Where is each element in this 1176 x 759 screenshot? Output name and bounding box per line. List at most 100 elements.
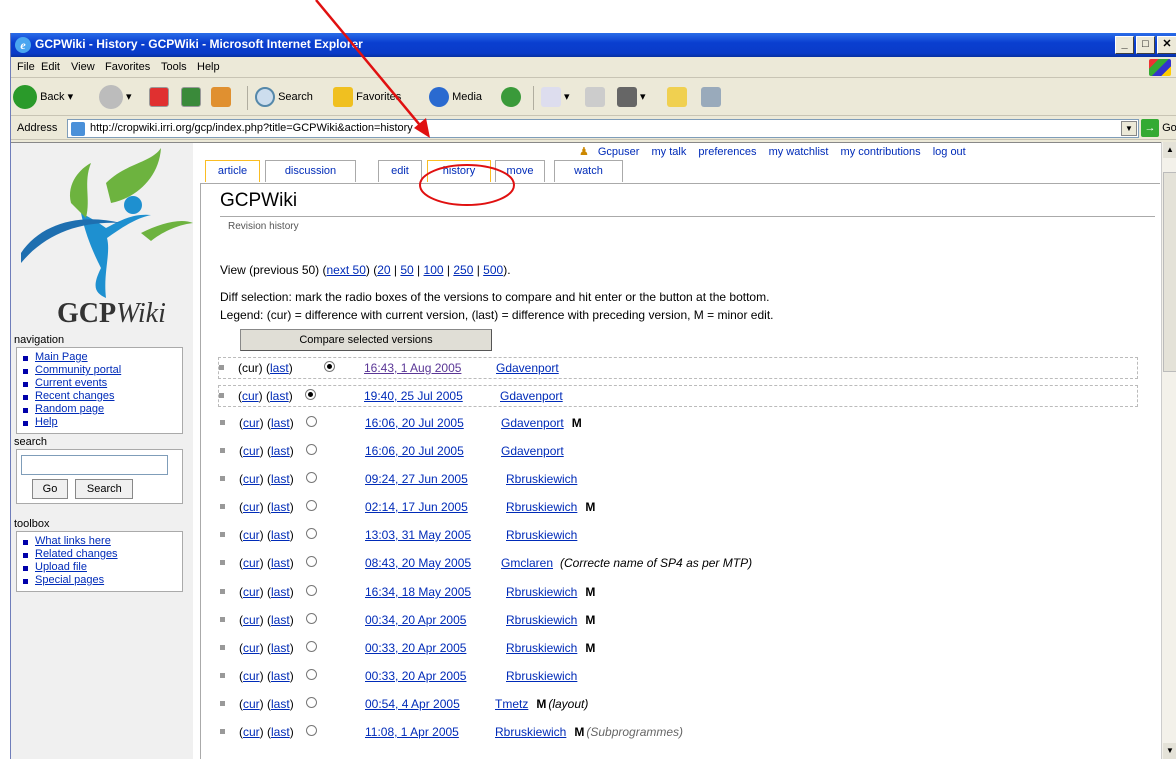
print-button[interactable] xyxy=(585,84,605,110)
search-button[interactable]: Search xyxy=(255,84,313,110)
favorites-button[interactable]: Favorites xyxy=(333,84,401,110)
search-go-button[interactable]: Go xyxy=(32,479,68,499)
scroll-thumb[interactable] xyxy=(1163,172,1176,372)
history-toolbar-button[interactable] xyxy=(501,84,521,110)
media-button[interactable]: Media xyxy=(429,84,482,110)
cur-link[interactable]: cur xyxy=(243,556,260,570)
revision-date-link[interactable]: 00:33, 20 Apr 2005 xyxy=(365,641,466,655)
last-link[interactable]: last xyxy=(270,389,289,403)
revision-date-link[interactable]: 16:06, 20 Jul 2005 xyxy=(365,444,464,458)
next-50-link[interactable]: next 50 xyxy=(327,263,366,277)
tool-upload-file[interactable]: Upload file xyxy=(21,561,178,574)
cur-link[interactable]: cur xyxy=(243,528,260,542)
last-link[interactable]: last xyxy=(271,528,290,542)
diff-old-radio[interactable] xyxy=(306,528,317,539)
diff-new-radio[interactable] xyxy=(324,361,335,372)
last-link[interactable]: last xyxy=(271,556,290,570)
diff-old-radio[interactable] xyxy=(306,613,317,624)
tab-watch[interactable]: watch xyxy=(554,160,623,182)
tool-what-links-here[interactable]: What links here xyxy=(21,535,178,548)
last-link[interactable]: last xyxy=(271,697,290,711)
diff-old-radio[interactable] xyxy=(306,697,317,708)
diff-old-radio[interactable] xyxy=(306,641,317,652)
view-500-link[interactable]: 500 xyxy=(483,263,503,277)
last-link[interactable]: last xyxy=(271,444,290,458)
revision-date-link[interactable]: 11:08, 1 Apr 2005 xyxy=(365,725,459,739)
menu-edit[interactable]: Edit xyxy=(41,61,60,73)
last-link[interactable]: last xyxy=(271,472,290,486)
diff-old-radio[interactable] xyxy=(306,416,317,427)
revision-user-link[interactable]: Gmclaren xyxy=(501,556,553,570)
view-100-link[interactable]: 100 xyxy=(424,263,444,277)
revision-user-link[interactable]: Gdavenport xyxy=(501,444,564,458)
minimize-button[interactable]: _ xyxy=(1115,36,1134,54)
nav-current-events[interactable]: Current events xyxy=(21,377,178,390)
view-250-link[interactable]: 250 xyxy=(453,263,473,277)
cur-link[interactable]: cur xyxy=(243,585,260,599)
maximize-button[interactable]: □ xyxy=(1136,36,1155,54)
cur-link[interactable]: cur xyxy=(243,725,260,739)
cur-link[interactable]: cur xyxy=(243,500,260,514)
revision-date-link[interactable]: 08:43, 20 May 2005 xyxy=(365,556,471,570)
log-out-link[interactable]: log out xyxy=(933,146,966,158)
nav-random-page[interactable]: Random page xyxy=(21,403,178,416)
menu-tools[interactable]: Tools xyxy=(161,61,187,73)
cur-link[interactable]: cur xyxy=(243,613,260,627)
search-input[interactable] xyxy=(21,455,168,475)
revision-user-link[interactable]: Rbruskiewich xyxy=(506,641,577,655)
back-button[interactable]: Back ▾ xyxy=(13,84,73,110)
menu-view[interactable]: View xyxy=(71,61,95,73)
last-link[interactable]: last xyxy=(271,500,290,514)
menu-file[interactable]: File xyxy=(17,61,35,73)
diff-old-radio[interactable] xyxy=(306,585,317,596)
revision-date-link[interactable]: 16:43, 1 Aug 2005 xyxy=(364,361,461,375)
view-50-link[interactable]: 50 xyxy=(400,263,413,277)
tool-related-changes[interactable]: Related changes xyxy=(21,548,178,561)
compare-versions-button[interactable]: Compare selected versions xyxy=(240,329,492,351)
menu-favorites[interactable]: Favorites xyxy=(105,61,150,73)
cur-link[interactable]: cur xyxy=(243,444,260,458)
diff-old-radio[interactable] xyxy=(306,472,317,483)
cur-link[interactable]: cur xyxy=(243,697,260,711)
search-submit-button[interactable]: Search xyxy=(75,479,134,499)
menu-help[interactable]: Help xyxy=(197,61,220,73)
revision-user-link[interactable]: Rbruskiewich xyxy=(506,528,577,542)
revision-date-link[interactable]: 00:34, 20 Apr 2005 xyxy=(365,613,466,627)
tab-discussion[interactable]: discussion xyxy=(265,160,356,182)
tab-article[interactable]: article xyxy=(205,160,260,182)
revision-user-link[interactable]: Rbruskiewich xyxy=(495,725,566,739)
revision-user-link[interactable]: Tmetz xyxy=(495,697,528,711)
nav-community-portal[interactable]: Community portal xyxy=(21,364,178,377)
revision-user-link[interactable]: Rbruskiewich xyxy=(506,669,577,683)
title-bar[interactable]: e GCPWiki - History - GCPWiki - Microsof… xyxy=(11,33,1176,57)
last-link[interactable]: last xyxy=(271,585,290,599)
scroll-up-icon[interactable]: ▲ xyxy=(1163,142,1176,158)
revision-date-link[interactable]: 13:03, 31 May 2005 xyxy=(365,528,471,542)
revision-user-link[interactable]: Gdavenport xyxy=(496,361,559,375)
cur-link[interactable]: cur xyxy=(242,389,259,403)
tab-edit[interactable]: edit xyxy=(378,160,422,182)
diff-old-radio[interactable] xyxy=(306,556,317,567)
nav-recent-changes[interactable]: Recent changes xyxy=(21,390,178,403)
go-button[interactable]: → Go xyxy=(1141,119,1176,138)
last-link[interactable]: last xyxy=(271,725,290,739)
mail-button[interactable]: ▾ xyxy=(541,84,570,110)
view-20-link[interactable]: 20 xyxy=(377,263,390,277)
revision-user-link[interactable]: Rbruskiewich xyxy=(506,613,577,627)
diff-old-radio[interactable] xyxy=(306,500,317,511)
preferences-link[interactable]: preferences xyxy=(698,146,756,158)
diff-old-radio[interactable] xyxy=(306,725,317,736)
cur-link[interactable]: cur xyxy=(243,641,260,655)
refresh-button[interactable] xyxy=(181,84,201,110)
tab-move[interactable]: move xyxy=(495,160,545,182)
tab-history[interactable]: history xyxy=(427,160,491,182)
user-link[interactable]: Gcpuser xyxy=(598,146,640,158)
edit-button[interactable]: ▾ xyxy=(617,84,646,110)
address-dropdown-icon[interactable]: ▼ xyxy=(1121,121,1137,136)
my-watchlist-link[interactable]: my watchlist xyxy=(769,146,829,158)
scroll-down-icon[interactable]: ▼ xyxy=(1163,743,1176,759)
vertical-scrollbar[interactable]: ▲ ▼ xyxy=(1161,142,1176,759)
diff-old-radio[interactable] xyxy=(305,389,316,400)
nav-main-page[interactable]: Main Page xyxy=(21,351,178,364)
revision-date-link[interactable]: 09:24, 27 Jun 2005 xyxy=(365,472,468,486)
